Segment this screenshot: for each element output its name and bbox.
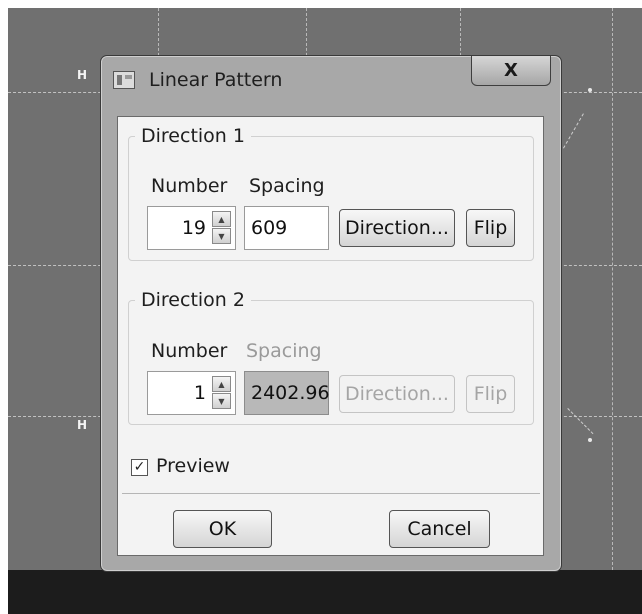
direction1-number-value: 19 [181, 217, 206, 239]
direction1-spacing-label: Spacing [249, 175, 325, 197]
spin-up-icon[interactable]: ▲ [212, 376, 231, 392]
direction2-number-label: Number [151, 340, 228, 362]
pattern-app-icon [113, 71, 135, 89]
marker-h-top: H [77, 68, 88, 82]
vertex-point [588, 88, 592, 92]
direction1-flip-button[interactable]: Flip [466, 209, 515, 247]
marker-h-bottom: H [77, 418, 88, 432]
direction1-number-stepper[interactable]: 19 ▲ ▼ [147, 206, 236, 250]
construction-line [567, 408, 594, 435]
spin-up-icon[interactable]: ▲ [212, 211, 231, 227]
direction1-direction-button[interactable]: Direction... [339, 209, 455, 247]
spin-buttons[interactable]: ▲ ▼ [212, 376, 231, 410]
direction2-flip-button: Flip [466, 375, 515, 413]
direction2-number-stepper[interactable]: 1 ▲ ▼ [147, 371, 236, 415]
preview-checkbox[interactable]: ✓ [131, 459, 148, 476]
divider [122, 493, 540, 494]
cancel-button[interactable]: Cancel [389, 510, 490, 548]
ok-button[interactable]: OK [173, 510, 272, 548]
dialog-titlebar[interactable]: Linear Pattern X [101, 56, 561, 108]
status-bar [8, 570, 642, 614]
spin-down-icon[interactable]: ▼ [212, 393, 231, 409]
vertex-point [588, 438, 592, 442]
direction2-spacing-label: Spacing [246, 340, 322, 362]
direction1-number-label: Number [151, 175, 228, 197]
direction2-spacing-input: 2402.96 [244, 371, 330, 415]
spin-down-icon[interactable]: ▼ [212, 228, 231, 244]
close-button[interactable]: X [471, 56, 551, 86]
direction2-legend: Direction 2 [141, 289, 245, 311]
spin-buttons[interactable]: ▲ ▼ [212, 211, 231, 245]
direction1-spacing-input[interactable]: 609 [244, 206, 329, 250]
direction2-direction-button: Direction... [339, 375, 455, 413]
construction-line [563, 113, 584, 149]
linear-pattern-dialog: Linear Pattern X Direction 1 Number Spac… [100, 55, 562, 572]
direction2-number-value: 1 [193, 382, 206, 404]
dialog-title: Linear Pattern [149, 69, 283, 91]
dialog-content: Direction 1 Number Spacing 19 ▲ ▼ 609 Di… [117, 116, 544, 556]
preview-label: Preview [156, 455, 230, 477]
direction1-legend: Direction 1 [141, 125, 245, 147]
